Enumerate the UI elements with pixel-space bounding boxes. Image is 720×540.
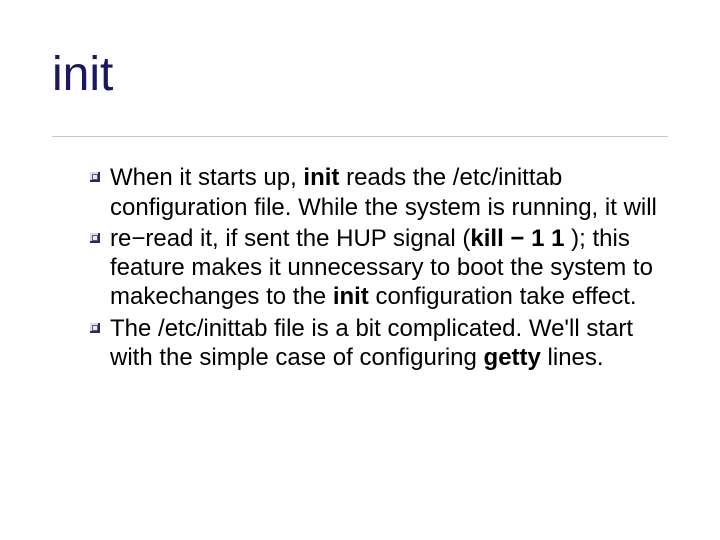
title-rule	[52, 136, 668, 137]
bullet-icon	[90, 172, 100, 182]
list-item: re−read it, if sent the HUP signal (kill…	[90, 224, 660, 312]
slide-title: init	[52, 50, 668, 100]
bullet-icon	[90, 323, 100, 333]
slide: init When it starts up, init reads the /…	[0, 0, 720, 540]
list-item-text: When it starts up, init reads the /etc/i…	[110, 164, 657, 220]
bullet-list: When it starts up, init reads the /etc/i…	[52, 163, 668, 372]
bullet-icon	[90, 233, 100, 243]
list-item: When it starts up, init reads the /etc/i…	[90, 163, 660, 222]
list-item: The /etc/inittab file is a bit complicat…	[90, 314, 660, 373]
list-item-text: The /etc/inittab file is a bit complicat…	[110, 315, 633, 371]
list-item-text: re−read it, if sent the HUP signal (kill…	[110, 225, 653, 311]
